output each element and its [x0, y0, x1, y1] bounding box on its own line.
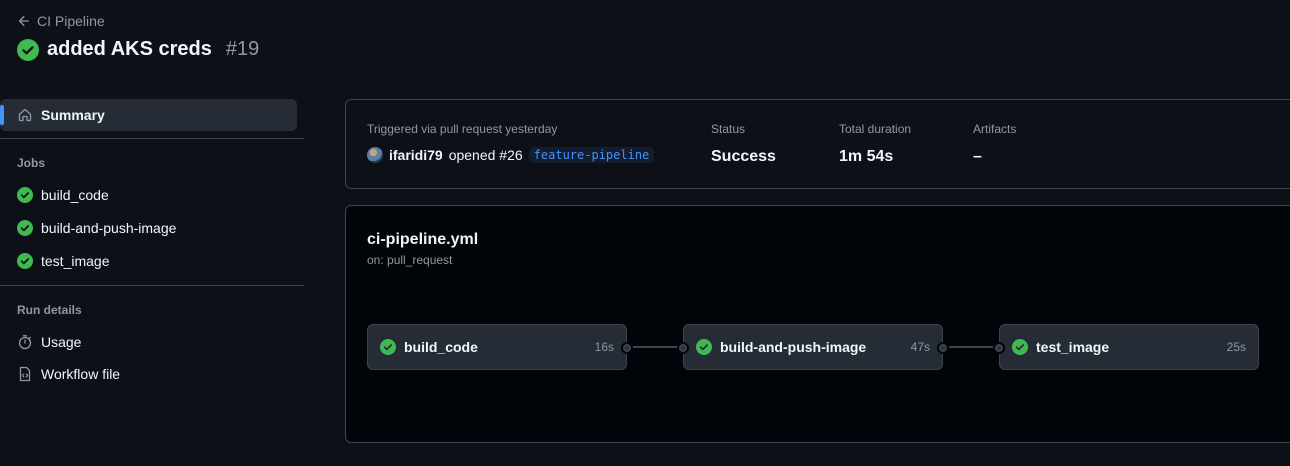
run-summary-card: Triggered via pull request yesterday ifa…: [345, 99, 1290, 189]
actor-link[interactable]: ifaridi79: [389, 147, 443, 163]
job-label: build_code: [41, 187, 109, 203]
avatar[interactable]: [367, 147, 383, 163]
job-node-duration: 16s: [594, 340, 614, 354]
sidebar-item-label: Usage: [41, 334, 82, 350]
jobs-heading: Jobs: [17, 156, 46, 170]
duration-heading: Total duration: [839, 122, 912, 136]
back-to-workflow-link[interactable]: CI Pipeline: [17, 13, 105, 29]
job-node-duration: 25s: [1226, 340, 1246, 354]
artifacts-info: Artifacts –: [973, 122, 1016, 166]
stopwatch-icon: [18, 335, 32, 350]
graph-connector: [627, 346, 683, 348]
success-check-icon: [1012, 339, 1028, 355]
sidebar-item-label: Workflow file: [41, 366, 121, 382]
graph-connector: [943, 346, 999, 348]
input-port: [993, 342, 1005, 354]
divider: [0, 138, 304, 139]
success-check-icon: [17, 253, 33, 269]
job-node-label: test_image: [1036, 339, 1110, 355]
trigger-heading: Triggered via pull request yesterday: [367, 122, 558, 136]
status-info: Status Success: [711, 122, 776, 166]
workflow-trigger: on: pull_request: [367, 253, 453, 267]
back-link-label: CI Pipeline: [37, 13, 105, 29]
success-check-icon: [17, 220, 33, 236]
job-node-label: build-and-push-image: [720, 339, 867, 355]
active-indicator: [0, 105, 4, 125]
graph-job-build-code[interactable]: build_code 16s: [367, 324, 633, 370]
job-label: build-and-push-image: [41, 220, 177, 236]
input-port: [677, 342, 689, 354]
duration-value: 1m 54s: [839, 148, 894, 165]
divider: [0, 285, 304, 286]
success-check-icon: [17, 38, 39, 61]
status-value: Success: [711, 148, 776, 165]
workflow-graph-card: ci-pipeline.yml on: pull_request build_c…: [345, 205, 1290, 443]
arrow-left-icon: [18, 15, 30, 27]
artifacts-value: –: [973, 148, 982, 165]
sidebar-item-usage[interactable]: Usage: [17, 332, 81, 352]
graph-job-build-and-push-image[interactable]: build-and-push-image 47s: [677, 324, 949, 370]
trigger-info: Triggered via pull request yesterday ifa…: [367, 122, 655, 163]
success-check-icon: [696, 339, 712, 355]
file-code-icon: [19, 366, 31, 382]
page-title: added AKS creds #19: [17, 38, 259, 61]
branch-label[interactable]: feature-pipeline: [528, 147, 655, 163]
graph-job-test-image[interactable]: test_image 25s: [993, 324, 1259, 370]
run-number: #19: [225, 38, 260, 60]
job-node-duration: 47s: [910, 340, 930, 354]
sidebar-job-build-code[interactable]: build_code: [17, 185, 109, 205]
pull-request-link[interactable]: opened #26: [449, 147, 523, 163]
artifacts-heading: Artifacts: [973, 122, 1017, 136]
status-heading: Status: [711, 122, 746, 136]
output-port: [621, 342, 633, 354]
job-label: test_image: [41, 253, 110, 269]
job-node-label: build_code: [404, 339, 478, 355]
output-port: [937, 342, 949, 354]
duration-info: Total duration 1m 54s: [839, 122, 911, 166]
sidebar-job-test-image[interactable]: test_image: [17, 251, 109, 271]
run-details-heading: Run details: [17, 303, 82, 317]
sidebar-item-summary[interactable]: Summary: [0, 99, 297, 131]
sidebar-item-label: Summary: [41, 107, 105, 123]
home-icon: [18, 108, 32, 122]
success-check-icon: [380, 339, 396, 355]
sidebar-job-build-and-push-image[interactable]: build-and-push-image: [17, 218, 176, 238]
workflow-file-name[interactable]: ci-pipeline.yml: [367, 231, 478, 249]
sidebar-item-workflow-file[interactable]: Workflow file: [17, 364, 120, 384]
success-check-icon: [17, 187, 33, 203]
run-title: added AKS creds: [47, 38, 212, 60]
